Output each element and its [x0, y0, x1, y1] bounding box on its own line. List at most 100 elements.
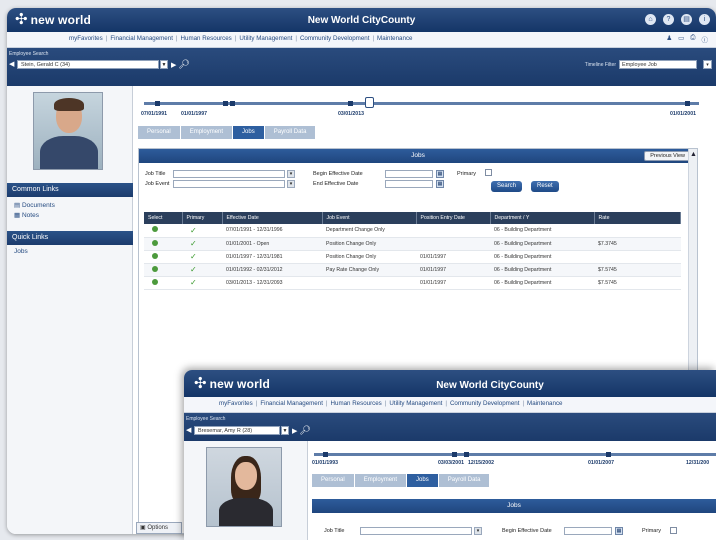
begin-date-input[interactable]	[564, 527, 612, 535]
column-header[interactable]: Primary	[182, 212, 223, 224]
tab-personal[interactable]: Personal	[138, 126, 180, 139]
job-event-lookup-icon[interactable]: ▾	[287, 180, 295, 188]
select-row-icon[interactable]	[152, 278, 158, 285]
calendar-icon[interactable]: ▦	[436, 180, 444, 188]
chevron-down-icon[interactable]: ▼	[160, 60, 168, 69]
column-header[interactable]: Select	[144, 212, 183, 224]
primary-checkbox[interactable]	[485, 169, 492, 176]
menu-item[interactable]: Maintenance	[527, 400, 562, 407]
job-title-input[interactable]	[173, 170, 285, 178]
column-header[interactable]: Job Event	[322, 212, 417, 224]
table-row[interactable]: ✓ 07/01/1991 - 12/31/1996 Department Cha…	[144, 224, 681, 238]
begin-date-input[interactable]	[385, 170, 433, 178]
calendar-icon[interactable]: ▦	[436, 170, 444, 178]
help-icon[interactable]: ?	[663, 14, 674, 25]
calendar-icon[interactable]: ▦	[615, 527, 623, 535]
tab-jobs[interactable]: Jobs	[407, 474, 438, 487]
sidebar-item-notes[interactable]: ▦ Notes	[14, 211, 39, 219]
select-row-icon[interactable]	[152, 226, 158, 233]
print-icon[interactable]: ▤	[681, 14, 692, 25]
app-title: New World CityCounty	[307, 15, 416, 26]
select-row-icon[interactable]	[152, 239, 158, 246]
tab-personal[interactable]: Personal	[312, 474, 354, 487]
scroll-up-icon[interactable]: ▲	[690, 151, 697, 158]
user-icon[interactable]: ♟	[666, 34, 672, 44]
table-header-row: Select Primary Effective Date Job Event …	[144, 212, 681, 224]
job-title-lookup-icon[interactable]: ▾	[287, 170, 295, 178]
menu-item[interactable]: Utility Management	[239, 35, 292, 42]
menu-item[interactable]: Utility Management	[389, 400, 442, 407]
sidebar-item-jobs[interactable]: Jobs	[14, 248, 28, 255]
menu-item[interactable]: Human Resources	[331, 400, 382, 407]
timeline-track[interactable]	[314, 453, 716, 456]
employee-select[interactable]: Bresemar, Amy R (28)	[194, 426, 280, 435]
employee-select[interactable]: Stein, Gerald C (34)	[17, 60, 159, 69]
timeline-marker	[452, 452, 457, 457]
department-cell: 06 - Building Department	[490, 250, 594, 264]
timeline-handle[interactable]	[365, 97, 374, 108]
logo-icon: ✣	[194, 375, 207, 392]
home-icon[interactable]: ⌂	[645, 14, 656, 25]
table-row[interactable]: ✓ 01/01/2001 - Open Position Change Only…	[144, 237, 681, 251]
column-header[interactable]: Department / Y	[490, 212, 595, 224]
menu-item[interactable]: Maintenance	[377, 35, 412, 42]
search-button[interactable]: Search	[491, 181, 523, 192]
search-icon[interactable]: 🔎︎	[178, 59, 189, 70]
column-header[interactable]: Rate	[594, 212, 681, 224]
menu-item[interactable]: myFavorites	[219, 400, 253, 407]
job-title-input[interactable]	[360, 527, 472, 535]
document-icon[interactable]: ▭	[678, 34, 684, 44]
table-row[interactable]: ✓ 01/01/1992 - 02/31/2012 Pay Rate Chang…	[144, 263, 681, 277]
menu-item[interactable]: Human Resources	[181, 35, 232, 42]
department-cell: 06 - Building Department	[490, 224, 594, 238]
search-icon[interactable]: 🔎︎	[299, 425, 310, 436]
primary-label: Primary	[642, 528, 661, 534]
end-date-input[interactable]	[385, 180, 433, 188]
options-button[interactable]: ▣ Options	[136, 522, 182, 534]
menu-item[interactable]: myFavorites	[69, 35, 103, 42]
column-header[interactable]: Position Entry Date	[416, 212, 491, 224]
tab-payroll-data[interactable]: Payroll Data	[264, 126, 316, 139]
menu-item[interactable]: Community Development	[300, 35, 369, 42]
jobs-filter-form: Job Title ▾ Job Event ▾ Begin Effective …	[139, 163, 697, 205]
table-row[interactable]: ✓ 01/01/1997 - 12/31/1981 Position Chang…	[144, 250, 681, 264]
next-employee-icon[interactable]: ▶	[292, 427, 297, 435]
prev-employee-icon[interactable]: ◀	[186, 426, 194, 435]
reset-button[interactable]: Reset	[531, 181, 559, 192]
tab-payroll-data[interactable]: Payroll Data	[438, 474, 490, 487]
print-small-icon[interactable]: ⎙	[690, 34, 695, 44]
primary-checkbox[interactable]	[670, 527, 677, 534]
department-cell: 06 - Building Department	[490, 237, 594, 251]
timeline-marker	[323, 452, 328, 457]
tab-jobs[interactable]: Jobs	[233, 126, 264, 139]
employee-photo	[33, 92, 103, 170]
timeline-date: 07/01/1991	[141, 111, 167, 117]
sidebar	[184, 441, 308, 540]
next-employee-icon[interactable]: ▶	[171, 61, 176, 69]
prev-employee-icon[interactable]: ◀	[9, 60, 17, 69]
info-icon[interactable]: i	[699, 14, 710, 25]
sidebar-item-label: Documents	[21, 202, 55, 209]
column-header[interactable]: Effective Date	[222, 212, 323, 224]
common-links-header: Common Links	[7, 183, 133, 197]
filter-chevron-icon[interactable]: ▾	[703, 60, 712, 69]
begin-date-label: Begin Effective Date	[502, 528, 552, 534]
timeline-marker	[223, 101, 228, 106]
menu-item[interactable]: Financial Management	[260, 400, 323, 407]
jobs-panel-header: Jobs Previous View	[139, 149, 697, 163]
previous-view-button[interactable]: Previous View	[644, 151, 691, 161]
menu-item[interactable]: Financial Management	[110, 35, 173, 42]
tab-employment[interactable]: Employment	[180, 126, 233, 139]
sidebar-item-documents[interactable]: ▤ Documents	[14, 201, 55, 209]
select-row-icon[interactable]	[152, 265, 158, 272]
chevron-down-icon[interactable]: ▼	[281, 426, 289, 435]
menu-item[interactable]: Community Development	[450, 400, 519, 407]
job-title-lookup-icon[interactable]: ▾	[474, 527, 482, 535]
table-row[interactable]: ✓ 03/01/2013 - 12/31/2093 01/01/1997 06 …	[144, 276, 681, 290]
help-small-icon[interactable]: ⓘ	[702, 34, 709, 44]
timeline-filter-select[interactable]: Employee Job	[619, 60, 697, 69]
job-event-input[interactable]	[173, 180, 285, 188]
select-row-icon[interactable]	[152, 252, 158, 259]
tab-employment[interactable]: Employment	[354, 474, 407, 487]
job-event-cell: Pay Rate Change Only	[322, 263, 416, 277]
